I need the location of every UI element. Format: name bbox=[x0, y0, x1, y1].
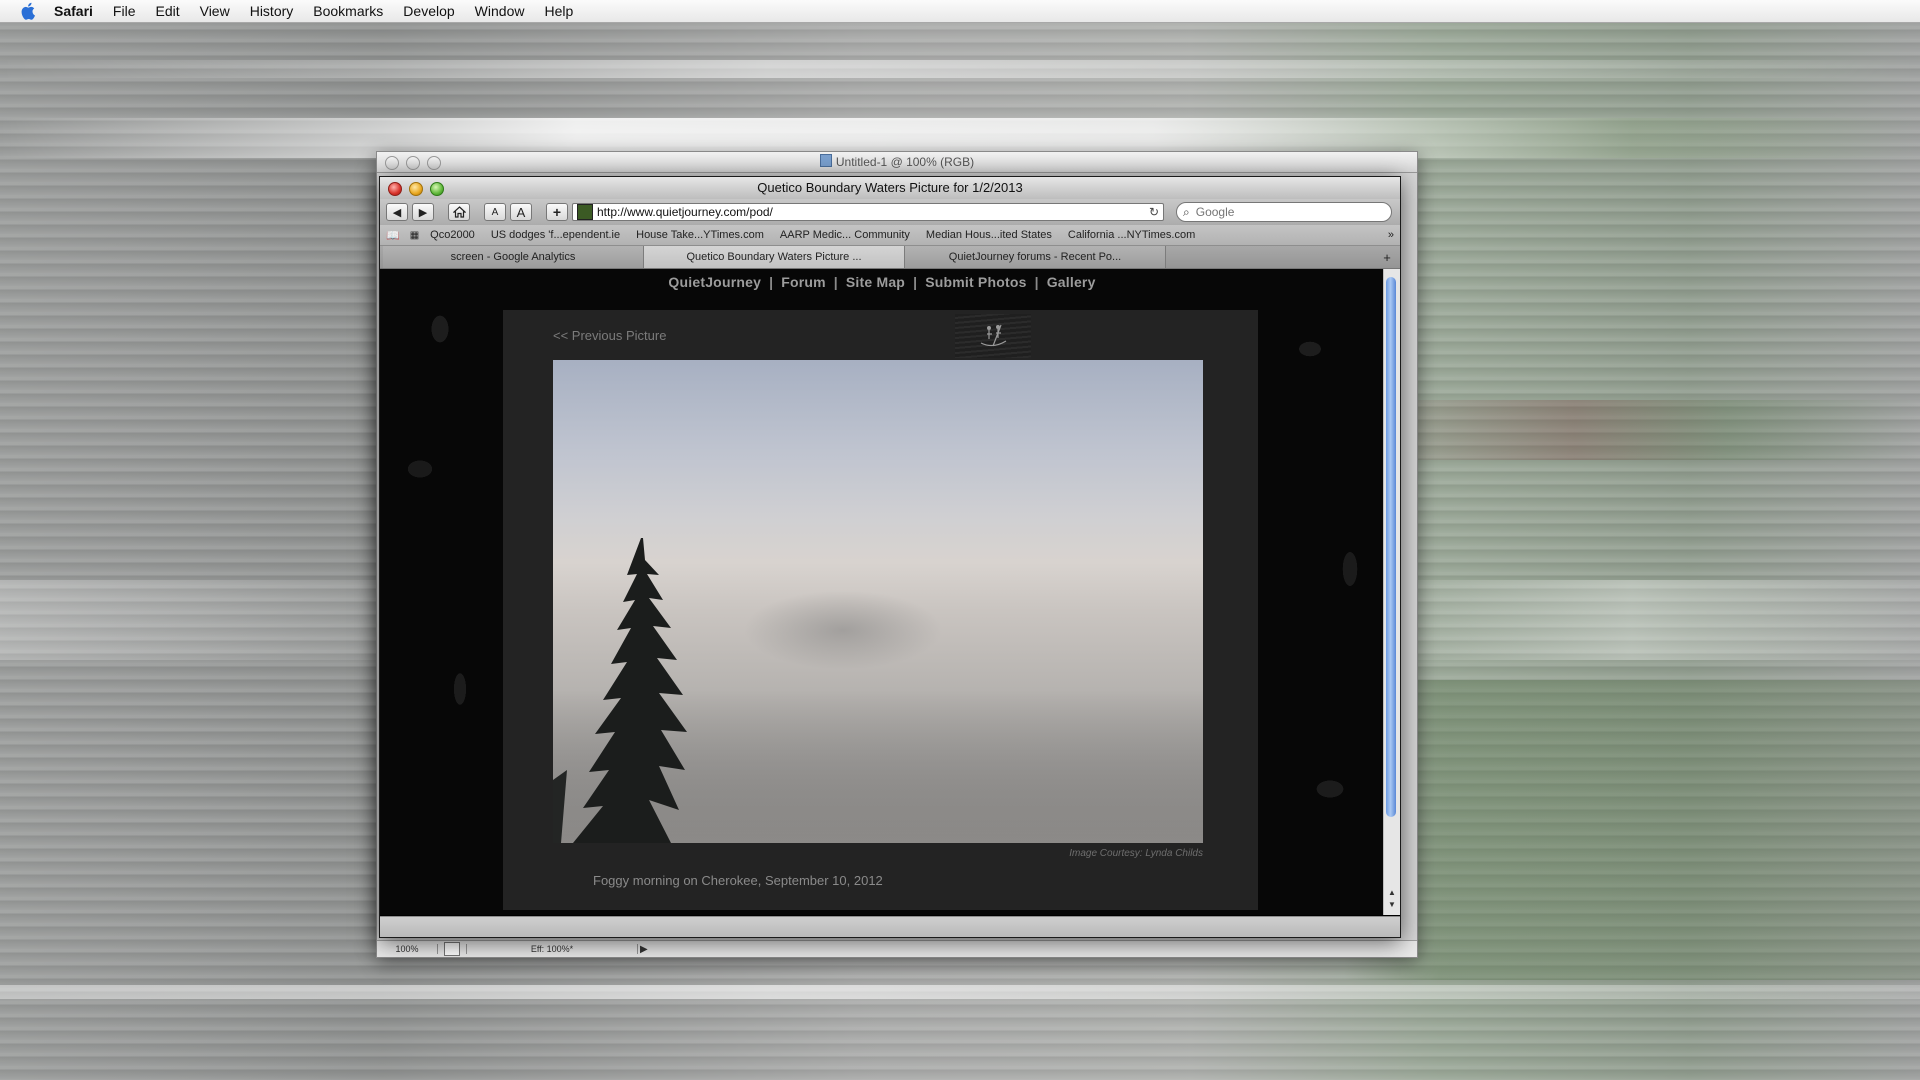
status-menu-arrow-icon[interactable]: ▶ bbox=[640, 944, 648, 955]
scrollbar-thumb[interactable] bbox=[1386, 277, 1396, 817]
forward-arrow-icon: ▶ bbox=[418, 206, 428, 219]
site-favicon bbox=[577, 204, 593, 220]
background-streak bbox=[0, 985, 1920, 999]
safari-title-bar[interactable]: Quetico Boundary Waters Picture for 1/2/… bbox=[380, 177, 1400, 199]
document-info-icon[interactable] bbox=[444, 942, 460, 956]
scroll-arrows: ▲ ▼ bbox=[1384, 887, 1400, 911]
window-controls bbox=[388, 182, 444, 196]
web-page-content: QuietJourney | Forum | Site Map | Submit Photo… bbox=[380, 269, 1384, 915]
photoshop-title-bar[interactable]: Untitled-1 @ 100% (RGB) bbox=[377, 152, 1417, 173]
search-field[interactable]: ⌕ bbox=[1176, 202, 1392, 222]
tab-label: QuietJourney forums - Recent Po... bbox=[948, 251, 1122, 263]
menu-bookmarks[interactable]: Bookmarks bbox=[313, 3, 383, 19]
nav-link-submit-photos[interactable]: Submit Photos bbox=[925, 274, 1026, 290]
safari-toolbar: ◀ ▶ A A + ↻ ⌕ bbox=[380, 199, 1400, 225]
back-button[interactable]: ◀ bbox=[386, 203, 408, 221]
photoshop-status-bar: 100% Eff: 100%* ▶ bbox=[377, 940, 1417, 957]
close-button[interactable] bbox=[385, 156, 399, 170]
scroll-up-arrow-icon[interactable]: ▲ bbox=[1384, 887, 1400, 899]
text-bigger-button[interactable]: A bbox=[510, 203, 532, 221]
add-bookmark-button[interactable]: + bbox=[546, 203, 568, 221]
previous-picture-link[interactable]: << Previous Picture bbox=[553, 328, 666, 343]
image-credit: Image Courtesy: Lynda Childs bbox=[1069, 848, 1203, 859]
efficiency-readout: Eff: 100%* bbox=[466, 944, 638, 954]
reload-icon[interactable]: ↻ bbox=[1149, 205, 1159, 219]
search-input[interactable] bbox=[1193, 204, 1368, 220]
picture-panel: << Previous Picture Image Courtesy: Lynd… bbox=[503, 310, 1258, 910]
bookmark-item[interactable]: California ...NYTimes.com bbox=[1068, 229, 1195, 241]
scroll-down-arrow-icon[interactable]: ▼ bbox=[1384, 899, 1400, 911]
minimize-button[interactable] bbox=[406, 156, 420, 170]
new-tab-button[interactable]: + bbox=[1377, 246, 1397, 268]
nav-separator: | bbox=[1034, 274, 1039, 290]
bookmarks-book-icon[interactable]: 📖 bbox=[386, 229, 400, 242]
spruce-tree-silhouette bbox=[553, 538, 1203, 843]
menu-help[interactable]: Help bbox=[544, 3, 573, 19]
bookmark-item[interactable]: Median Hous...ited States bbox=[926, 229, 1052, 241]
plus-icon: + bbox=[1383, 249, 1391, 265]
plus-icon: + bbox=[552, 204, 562, 220]
top-sites-grid-icon[interactable]: ▦ bbox=[410, 230, 420, 241]
tab-label: Quetico Boundary Waters Picture ... bbox=[686, 251, 862, 263]
window-controls bbox=[385, 156, 441, 170]
menu-view[interactable]: View bbox=[200, 3, 230, 19]
safari-status-bar bbox=[380, 916, 1400, 937]
more-bookmarks-chevron-icon[interactable]: » bbox=[1388, 229, 1394, 241]
safari-window: Quetico Boundary Waters Picture for 1/2/… bbox=[379, 176, 1401, 938]
safari-window-title: Quetico Boundary Waters Picture for 1/2/… bbox=[757, 180, 1023, 195]
minimize-button[interactable] bbox=[409, 182, 423, 196]
menu-app-name[interactable]: Safari bbox=[54, 3, 93, 19]
bookmarks-bar: 📖 ▦ Qco2000 US dodges 'f...ependent.ie H… bbox=[380, 225, 1400, 246]
bookmark-item[interactable]: AARP Medic... Community bbox=[780, 229, 910, 241]
tab-label: screen - Google Analytics bbox=[450, 251, 576, 263]
home-icon bbox=[452, 206, 466, 218]
nav-separator: | bbox=[769, 274, 774, 290]
nav-link-forum[interactable]: Forum bbox=[781, 274, 826, 290]
nav-link-quietjourney[interactable]: QuietJourney bbox=[668, 274, 761, 290]
zoom-level[interactable]: 100% bbox=[377, 944, 438, 954]
apple-icon[interactable] bbox=[18, 0, 40, 22]
nav-separator: | bbox=[913, 274, 918, 290]
site-navigation: QuietJourney | Forum | Site Map | Submit Photo… bbox=[380, 274, 1384, 290]
back-arrow-icon: ◀ bbox=[392, 206, 402, 219]
menu-history[interactable]: History bbox=[250, 3, 294, 19]
close-button[interactable] bbox=[388, 182, 402, 196]
tab-bar: screen - Google Analytics Quetico Bounda… bbox=[380, 246, 1400, 269]
tab-quietjourney-forums[interactable]: QuietJourney forums - Recent Po... bbox=[905, 246, 1166, 268]
photoshop-window-title: Untitled-1 @ 100% (RGB) bbox=[835, 155, 975, 169]
background-streak bbox=[0, 60, 1920, 78]
site-logo[interactable] bbox=[955, 314, 1031, 358]
search-icon: ⌕ bbox=[1183, 204, 1190, 219]
photo-caption: Foggy morning on Cherokee, September 10,… bbox=[593, 873, 883, 888]
url-input[interactable] bbox=[597, 205, 1149, 219]
text-smaller-button[interactable]: A bbox=[484, 203, 506, 221]
address-bar[interactable]: ↻ bbox=[572, 203, 1164, 221]
nav-separator: | bbox=[833, 274, 838, 290]
menu-develop[interactable]: Develop bbox=[403, 3, 454, 19]
forward-button[interactable]: ▶ bbox=[412, 203, 434, 221]
menu-file[interactable]: File bbox=[113, 3, 136, 19]
nav-link-gallery[interactable]: Gallery bbox=[1047, 274, 1096, 290]
menu-bar: Safari File Edit View History Bookmarks … bbox=[0, 0, 1920, 23]
foggy-lake-photo bbox=[553, 360, 1203, 843]
bookmark-item[interactable]: Qco2000 bbox=[430, 229, 475, 241]
tab-google-analytics[interactable]: screen - Google Analytics bbox=[383, 246, 644, 268]
zoom-button[interactable] bbox=[430, 182, 444, 196]
nav-link-site-map[interactable]: Site Map bbox=[846, 274, 905, 290]
menu-window[interactable]: Window bbox=[475, 3, 525, 19]
home-button[interactable] bbox=[448, 203, 470, 221]
zoom-button[interactable] bbox=[427, 156, 441, 170]
vertical-scrollbar[interactable]: ▲ ▼ bbox=[1383, 269, 1400, 915]
bookmark-item[interactable]: House Take...YTimes.com bbox=[636, 229, 764, 241]
tab-quetico-picture[interactable]: Quetico Boundary Waters Picture ... bbox=[644, 246, 905, 268]
document-icon bbox=[819, 154, 832, 167]
menu-edit[interactable]: Edit bbox=[155, 3, 179, 19]
canoe-logo-icon bbox=[980, 324, 1007, 347]
bookmark-item[interactable]: US dodges 'f...ependent.ie bbox=[491, 229, 620, 241]
